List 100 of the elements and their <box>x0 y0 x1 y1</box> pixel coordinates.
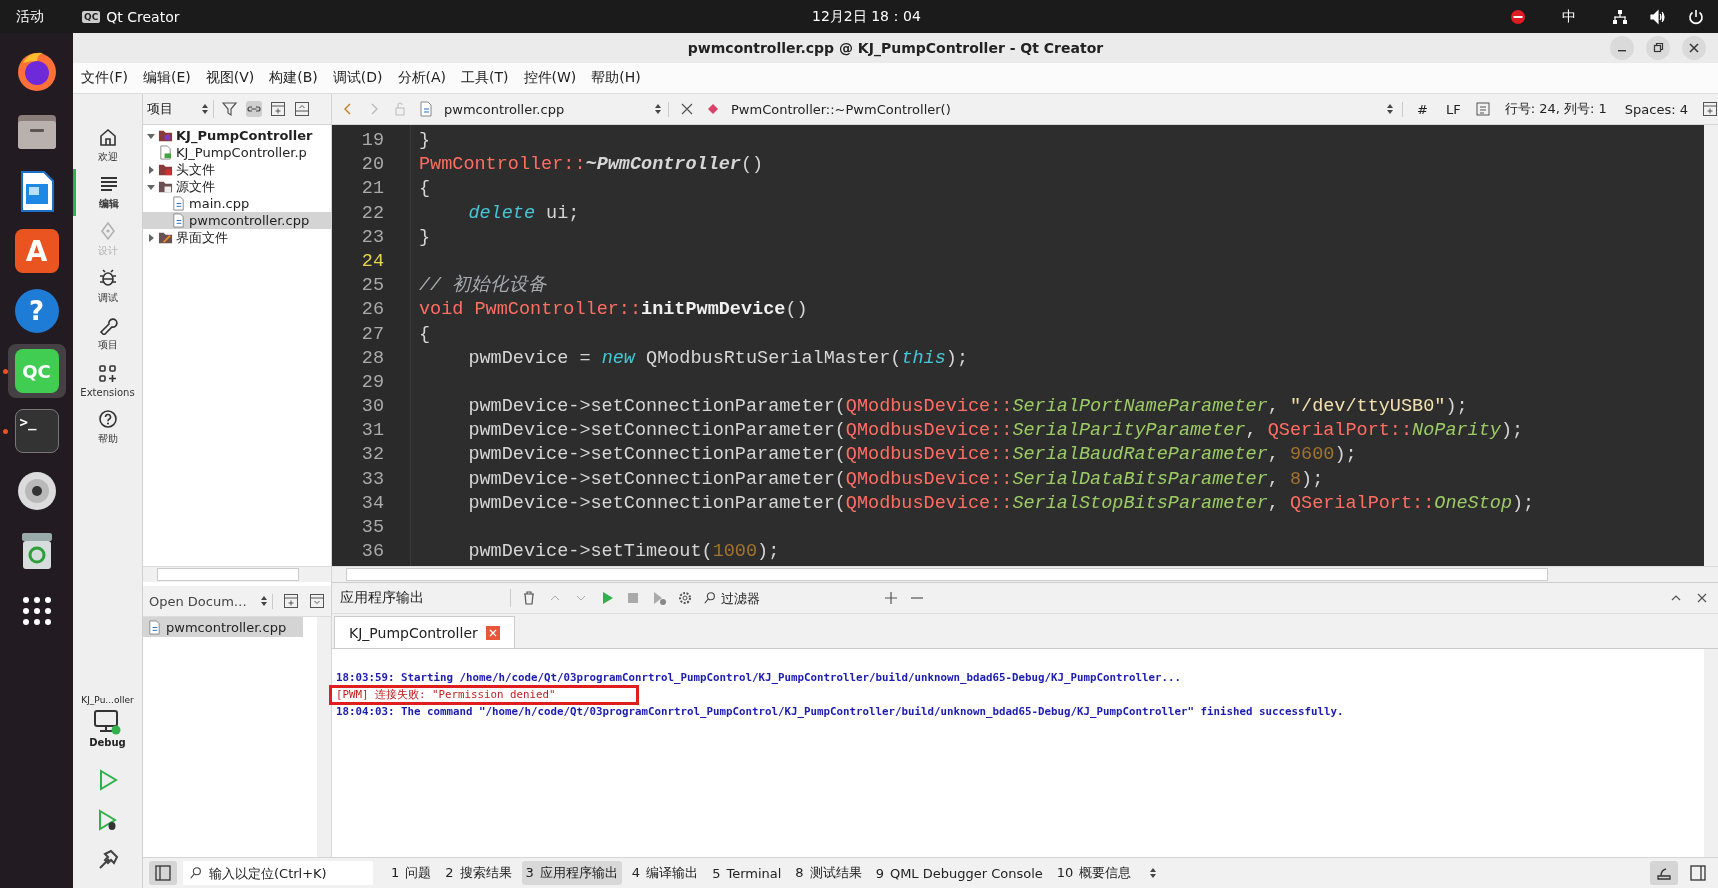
menu-item[interactable]: 编辑(E) <box>143 69 191 87</box>
settings-icon[interactable] <box>677 590 693 606</box>
code-line: } <box>419 226 431 248</box>
link-icon[interactable] <box>246 101 262 117</box>
help-icon[interactable]: ? <box>14 289 59 333</box>
mode-tab[interactable]: 调试 <box>73 263 142 310</box>
activities-button[interactable]: 活动 <box>0 7 60 26</box>
line-ending-label[interactable]: LF <box>1442 101 1465 117</box>
line-number: 27 <box>360 322 385 347</box>
terminal-icon[interactable]: >_ <box>14 409 59 453</box>
tree-item[interactable]: 源文件 <box>176 177 215 196</box>
expand-arrow-icon[interactable] <box>147 233 155 242</box>
vertical-scrollbar[interactable] <box>1704 649 1718 857</box>
mode-tab[interactable]: 项目 <box>73 310 142 357</box>
zoom-in-icon[interactable] <box>883 590 899 606</box>
menu-item[interactable]: 构建(B) <box>269 69 318 87</box>
output-pane-button[interactable]: 10 概要信息 <box>1052 861 1136 885</box>
line-number: 30 <box>360 395 385 420</box>
vertical-scrollbar[interactable] <box>1704 125 1718 566</box>
tree-item[interactable]: 界面文件 <box>176 228 228 247</box>
menu-item[interactable]: 视图(V) <box>205 69 255 87</box>
line-number: 33 <box>360 467 385 492</box>
home-icon <box>97 127 118 147</box>
do-not-disturb-icon[interactable] <box>1510 8 1526 25</box>
progress-toggle-button[interactable] <box>1650 861 1678 885</box>
line-number: 20 <box>360 153 385 178</box>
expand-arrow-icon[interactable] <box>147 165 155 174</box>
tree-item[interactable]: 头文件 <box>176 160 215 179</box>
menu-item[interactable]: 控件(W) <box>523 69 577 87</box>
input-method-indicator[interactable]: 中 <box>1562 7 1576 26</box>
hash-label[interactable]: # <box>1413 101 1432 117</box>
line-number: 32 <box>360 443 385 468</box>
expand-arrow-icon[interactable] <box>147 182 155 191</box>
output-pane-button[interactable]: 9 QML Debugger Console <box>871 862 1047 884</box>
cpp-file-icon <box>418 101 434 117</box>
filter-icon[interactable] <box>222 101 238 117</box>
code-editor[interactable] <box>332 125 1718 566</box>
volume-icon[interactable] <box>1650 8 1666 25</box>
trash-icon[interactable] <box>521 590 537 606</box>
output-pane-button[interactable]: 5 Terminal <box>708 862 786 884</box>
tree-item[interactable]: KJ_PumpController <box>176 128 313 143</box>
horizontal-scrollbar[interactable] <box>143 566 331 582</box>
menu-item[interactable]: 调试(D) <box>332 69 383 87</box>
menu-item[interactable]: 帮助(H) <box>591 69 641 87</box>
code-line: pwmDevice->setConnectionParameter(QModbusDevice::SerialParityParameter, QSerialPort::NoParity); <box>468 420 1524 442</box>
split-add-icon[interactable] <box>283 593 299 609</box>
running-indicator <box>3 429 8 434</box>
output-pane-button[interactable]: 8 测试结果 <box>791 861 866 885</box>
power-icon[interactable] <box>1688 8 1704 25</box>
output-tab[interactable]: KJ_PumpController <box>334 616 515 648</box>
attach-debugger-icon[interactable] <box>651 590 667 606</box>
menu-item[interactable]: 工具(T) <box>461 69 509 87</box>
symbol-selector[interactable]: PwmController::~PwmController() <box>731 101 1404 117</box>
tree-item[interactable]: KJ_PumpController.p <box>176 145 307 160</box>
output-line: 18:03:59: Starting /home/h/code/Qt/03programConrtrol_PumpControl/KJ_PumpController/build/unknown_bdad65-Debug/KJ_PumpController... <box>336 671 1182 684</box>
kit-selector[interactable]: Debug <box>89 709 126 748</box>
filter-field[interactable]: 过滤器 <box>721 590 873 606</box>
expand-icon[interactable] <box>309 593 325 609</box>
view-selector[interactable]: 项目 <box>147 100 214 118</box>
more-panes-icon[interactable] <box>1149 867 1158 879</box>
network-icon[interactable] <box>1612 8 1628 25</box>
up-down-arrows-icon <box>1386 103 1395 115</box>
collapse-icon[interactable] <box>294 101 310 117</box>
output-pane-button[interactable]: 3 应用程序输出 <box>521 861 622 885</box>
line-number: 24 <box>360 249 385 274</box>
split-add-icon[interactable] <box>270 101 286 117</box>
file-selector[interactable]: pwmcontroller.cpp <box>444 101 669 117</box>
close-button[interactable] <box>1682 36 1706 60</box>
menu-item[interactable]: 分析(A) <box>397 69 447 87</box>
close-document-icon[interactable] <box>679 101 695 117</box>
menu-item[interactable]: 文件(F) <box>81 69 128 87</box>
code-line: pwmDevice->setConnectionParameter(QModbusDevice::SerialBaudRateParameter, 9600); <box>468 444 1357 466</box>
app-center-icon[interactable]: A <box>14 229 59 273</box>
window-title: pwmcontroller.cpp @ KJ_PumpController - Qt Creator <box>687 40 1104 56</box>
mode-tab[interactable]: 帮助 <box>73 404 142 451</box>
tree-item[interactable]: main.cpp <box>189 196 250 211</box>
line-number: 23 <box>360 225 385 250</box>
output-pane-button[interactable]: 2 搜索结果 <box>441 861 516 885</box>
mode-tab[interactable]: Extensions <box>73 357 142 404</box>
output-pane-button[interactable]: 4 编译输出 <box>627 861 703 885</box>
close-tab-icon[interactable] <box>485 625 500 640</box>
code-line: delete ui; <box>468 202 580 224</box>
cursor-position[interactable]: 行号: 24, 列号: 1 <box>1500 100 1611 118</box>
app-menu[interactable]: Qt Creator <box>106 8 180 25</box>
split-icon[interactable] <box>1702 101 1718 117</box>
restore-button[interactable] <box>1646 36 1670 60</box>
mode-tab[interactable]: 欢迎 <box>73 122 142 169</box>
bug-icon <box>97 268 118 288</box>
indent-setting[interactable]: Spaces: 4 <box>1620 101 1692 117</box>
code-line: PwmController::~PwmController() <box>419 154 764 176</box>
clock[interactable]: 12月2日 18：04 <box>812 8 921 26</box>
horizontal-scrollbar[interactable] <box>332 566 1718 582</box>
locator-field[interactable]: 输入以定位(Ctrl+K) <box>183 861 373 885</box>
output-line: [PWM] 连接失败: "Permission denied" <box>332 687 636 702</box>
running-indicator <box>3 369 8 374</box>
app-icon: QC <box>82 10 101 23</box>
wrench-icon <box>97 315 118 335</box>
sidebar-toggle-button[interactable] <box>149 861 177 885</box>
expand-arrow-icon[interactable] <box>147 131 155 140</box>
output-pane-button[interactable]: 1 问题 <box>387 861 436 885</box>
